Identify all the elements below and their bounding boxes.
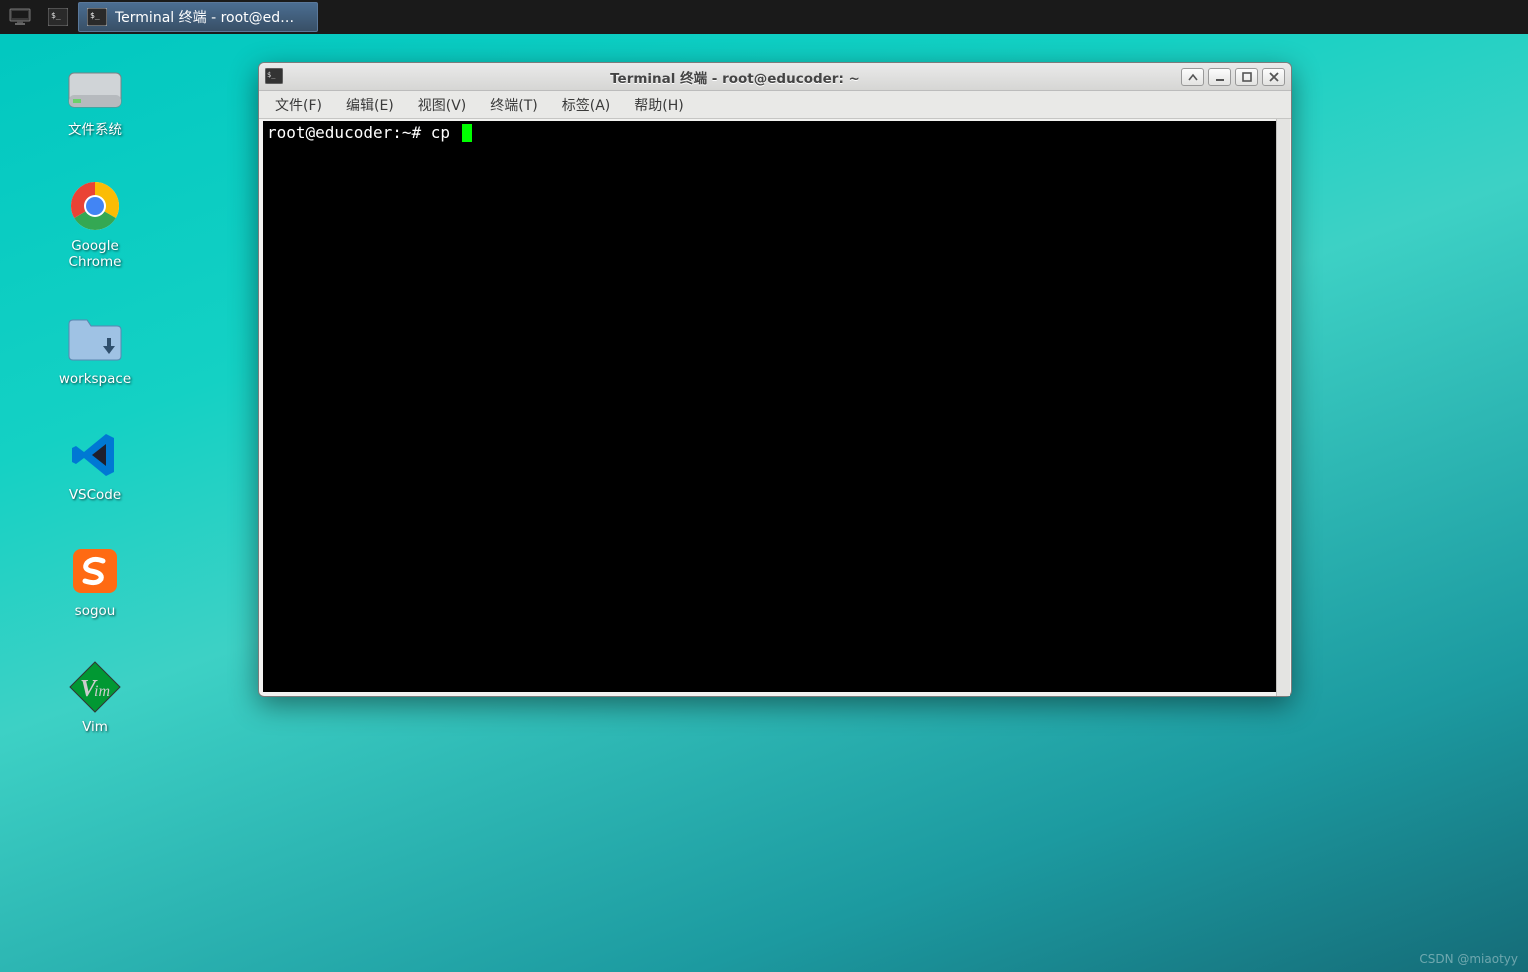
terminal-icon: $_ — [265, 68, 283, 86]
taskbar-show-desktop[interactable] — [2, 2, 38, 32]
desktop-icon-label: workspace — [59, 371, 131, 387]
terminal-window: $_ Terminal 终端 - root@educoder: ~ 文件(F) … — [258, 62, 1292, 697]
desktop-icon-label: Google Chrome — [69, 238, 122, 270]
window-shade-button[interactable] — [1181, 68, 1204, 86]
svg-text:$_: $_ — [90, 11, 100, 20]
desktop-icon-chrome[interactable]: Google Chrome — [30, 180, 160, 270]
folder-icon — [63, 313, 127, 365]
taskbar: $_ $_ Terminal 终端 - root@ed… — [0, 0, 1528, 34]
watermark-text: CSDN @miaotyy — [1419, 952, 1518, 966]
terminal-prompt-text: root@educoder:~# cp — [267, 123, 460, 142]
menu-help[interactable]: 帮助(H) — [622, 91, 695, 118]
desktop-icon-label: Vim — [82, 719, 108, 735]
terminal-icon: $_ — [48, 8, 68, 26]
svg-text:im: im — [94, 683, 110, 700]
sogou-icon — [63, 545, 127, 597]
desktop-icon-vim[interactable]: V im Vim — [30, 661, 160, 735]
desktop-icon-filesystem[interactable]: 文件系统 — [30, 64, 160, 138]
terminal-cursor — [462, 124, 472, 142]
vscode-icon — [63, 429, 127, 481]
svg-text:$_: $_ — [51, 11, 61, 20]
terminal-client-area: root@educoder:~# cp — [259, 119, 1291, 696]
vim-icon: V im — [63, 661, 127, 713]
desktop-icon-label: VSCode — [69, 487, 121, 503]
taskbar-window-label: Terminal 终端 - root@ed… — [115, 7, 294, 27]
window-controls — [1181, 68, 1285, 86]
menu-tabs[interactable]: 标签(A) — [550, 91, 623, 118]
disk-icon — [63, 64, 127, 116]
svg-text:$_: $_ — [267, 71, 276, 79]
menu-terminal[interactable]: 终端(T) — [478, 91, 549, 118]
desktop-icon-label: 文件系统 — [68, 122, 122, 138]
chrome-icon — [63, 180, 127, 232]
desktop-icon-sogou[interactable]: sogou — [30, 545, 160, 619]
terminal-scrollbar[interactable] — [1276, 119, 1290, 696]
menu-file[interactable]: 文件(F) — [263, 91, 334, 118]
desktop-icon-vscode[interactable]: VSCode — [30, 429, 160, 503]
window-menubar: 文件(F) 编辑(E) 视图(V) 终端(T) 标签(A) 帮助(H) — [259, 91, 1291, 119]
window-close-button[interactable] — [1262, 68, 1285, 86]
taskbar-launcher-terminal[interactable]: $_ — [40, 2, 76, 32]
taskbar-window-terminal[interactable]: $_ Terminal 终端 - root@ed… — [78, 2, 318, 32]
window-titlebar[interactable]: $_ Terminal 终端 - root@educoder: ~ — [259, 63, 1291, 91]
desktop-icon-workspace[interactable]: workspace — [30, 313, 160, 387]
desktop-icon-label: sogou — [75, 603, 116, 619]
monitor-icon — [9, 8, 31, 26]
terminal-icon: $_ — [87, 8, 107, 26]
window-minimize-button[interactable] — [1208, 68, 1231, 86]
desktop-icons: 文件系统 Google Chrome workspace — [30, 64, 160, 735]
menu-edit[interactable]: 编辑(E) — [334, 91, 406, 118]
window-maximize-button[interactable] — [1235, 68, 1258, 86]
menu-view[interactable]: 视图(V) — [406, 91, 479, 118]
terminal-output[interactable]: root@educoder:~# cp — [263, 121, 1287, 692]
window-title: Terminal 终端 - root@educoder: ~ — [289, 67, 1181, 87]
